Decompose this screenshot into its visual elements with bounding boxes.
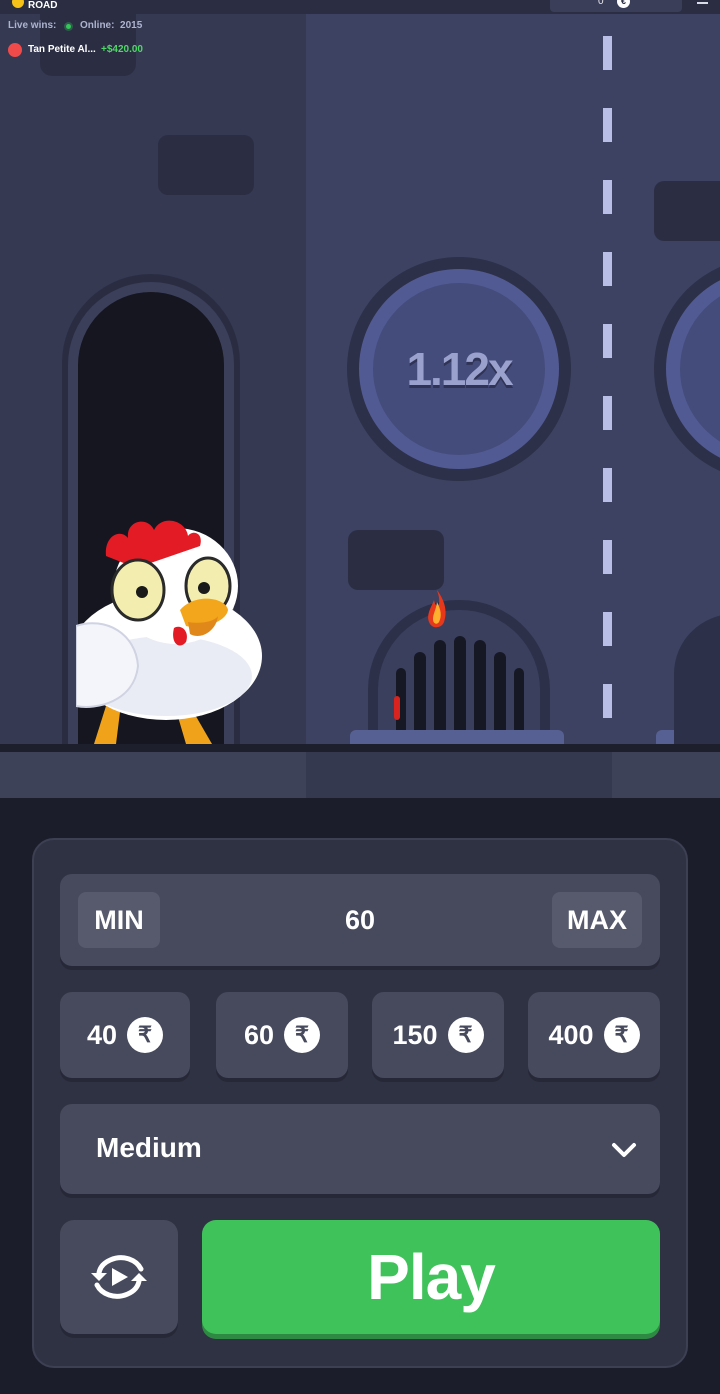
difficulty-value: Medium (96, 1132, 202, 1163)
balance-box[interactable] (550, 0, 682, 12)
chip-value: 40 (86, 1019, 118, 1050)
coin-rim: 1.12x (359, 269, 559, 469)
online-label: Online: (80, 20, 115, 31)
online-status-icon (66, 24, 71, 29)
autoplay-button[interactable] (60, 1220, 178, 1334)
chevron-down-icon (612, 1143, 636, 1157)
wall-brick (158, 135, 254, 195)
chip-value: 60 (243, 1019, 275, 1050)
grate-inner (378, 610, 540, 744)
rupee-icon: ₹ (603, 1017, 640, 1053)
play-button[interactable]: Play (202, 1220, 660, 1334)
rupee-icon: ₹ (284, 1017, 321, 1053)
grate-bar (454, 636, 466, 744)
online-count: 2015 (120, 20, 143, 31)
coin-face: 1.12x (373, 283, 545, 455)
chip-value: 400 (548, 1019, 594, 1050)
menu-icon[interactable] (697, 2, 708, 4)
balance-value: 0 (598, 0, 604, 7)
ground-edge (0, 744, 720, 752)
logo-text: ROAD (28, 0, 58, 11)
bet-chip-60[interactable]: 60 ₹ (216, 992, 348, 1078)
grate-base (350, 730, 564, 744)
multiplier-coin[interactable]: 1.12x (347, 257, 571, 481)
chicken-character (76, 520, 262, 744)
live-wins-label: Live wins: (8, 20, 57, 31)
multiplier-value: 1.12x (406, 343, 513, 395)
grate-bar (474, 640, 486, 744)
winner-name: Tan Petite Al... (28, 44, 96, 55)
online-counter: Online: 2015 (80, 20, 142, 31)
chip-value: 150 (392, 1019, 438, 1050)
flame-icon (428, 590, 446, 628)
bet-chip-40[interactable]: 40 ₹ (60, 992, 190, 1078)
grate-bar (434, 640, 446, 744)
coin-face (680, 283, 720, 455)
wall-brick (348, 530, 444, 590)
ember-icon (394, 696, 400, 720)
rupee-icon: ₹ (447, 1017, 484, 1053)
road-lane (306, 752, 612, 798)
bet-chip-400[interactable]: 400 ₹ (528, 992, 660, 1078)
autoplay-icon (91, 1255, 147, 1299)
game-scene: 1.12x (0, 14, 720, 804)
wall-brick (654, 181, 720, 241)
winner-avatar (8, 43, 22, 57)
winner-amount: +$420.00 (101, 44, 143, 55)
lane-divider (603, 36, 612, 744)
max-bet-button[interactable]: MAX (552, 892, 642, 948)
bet-chip-150[interactable]: 150 ₹ (372, 992, 504, 1078)
min-bet-button[interactable]: MIN (78, 892, 160, 948)
rupee-icon: ₹ (127, 1017, 164, 1053)
